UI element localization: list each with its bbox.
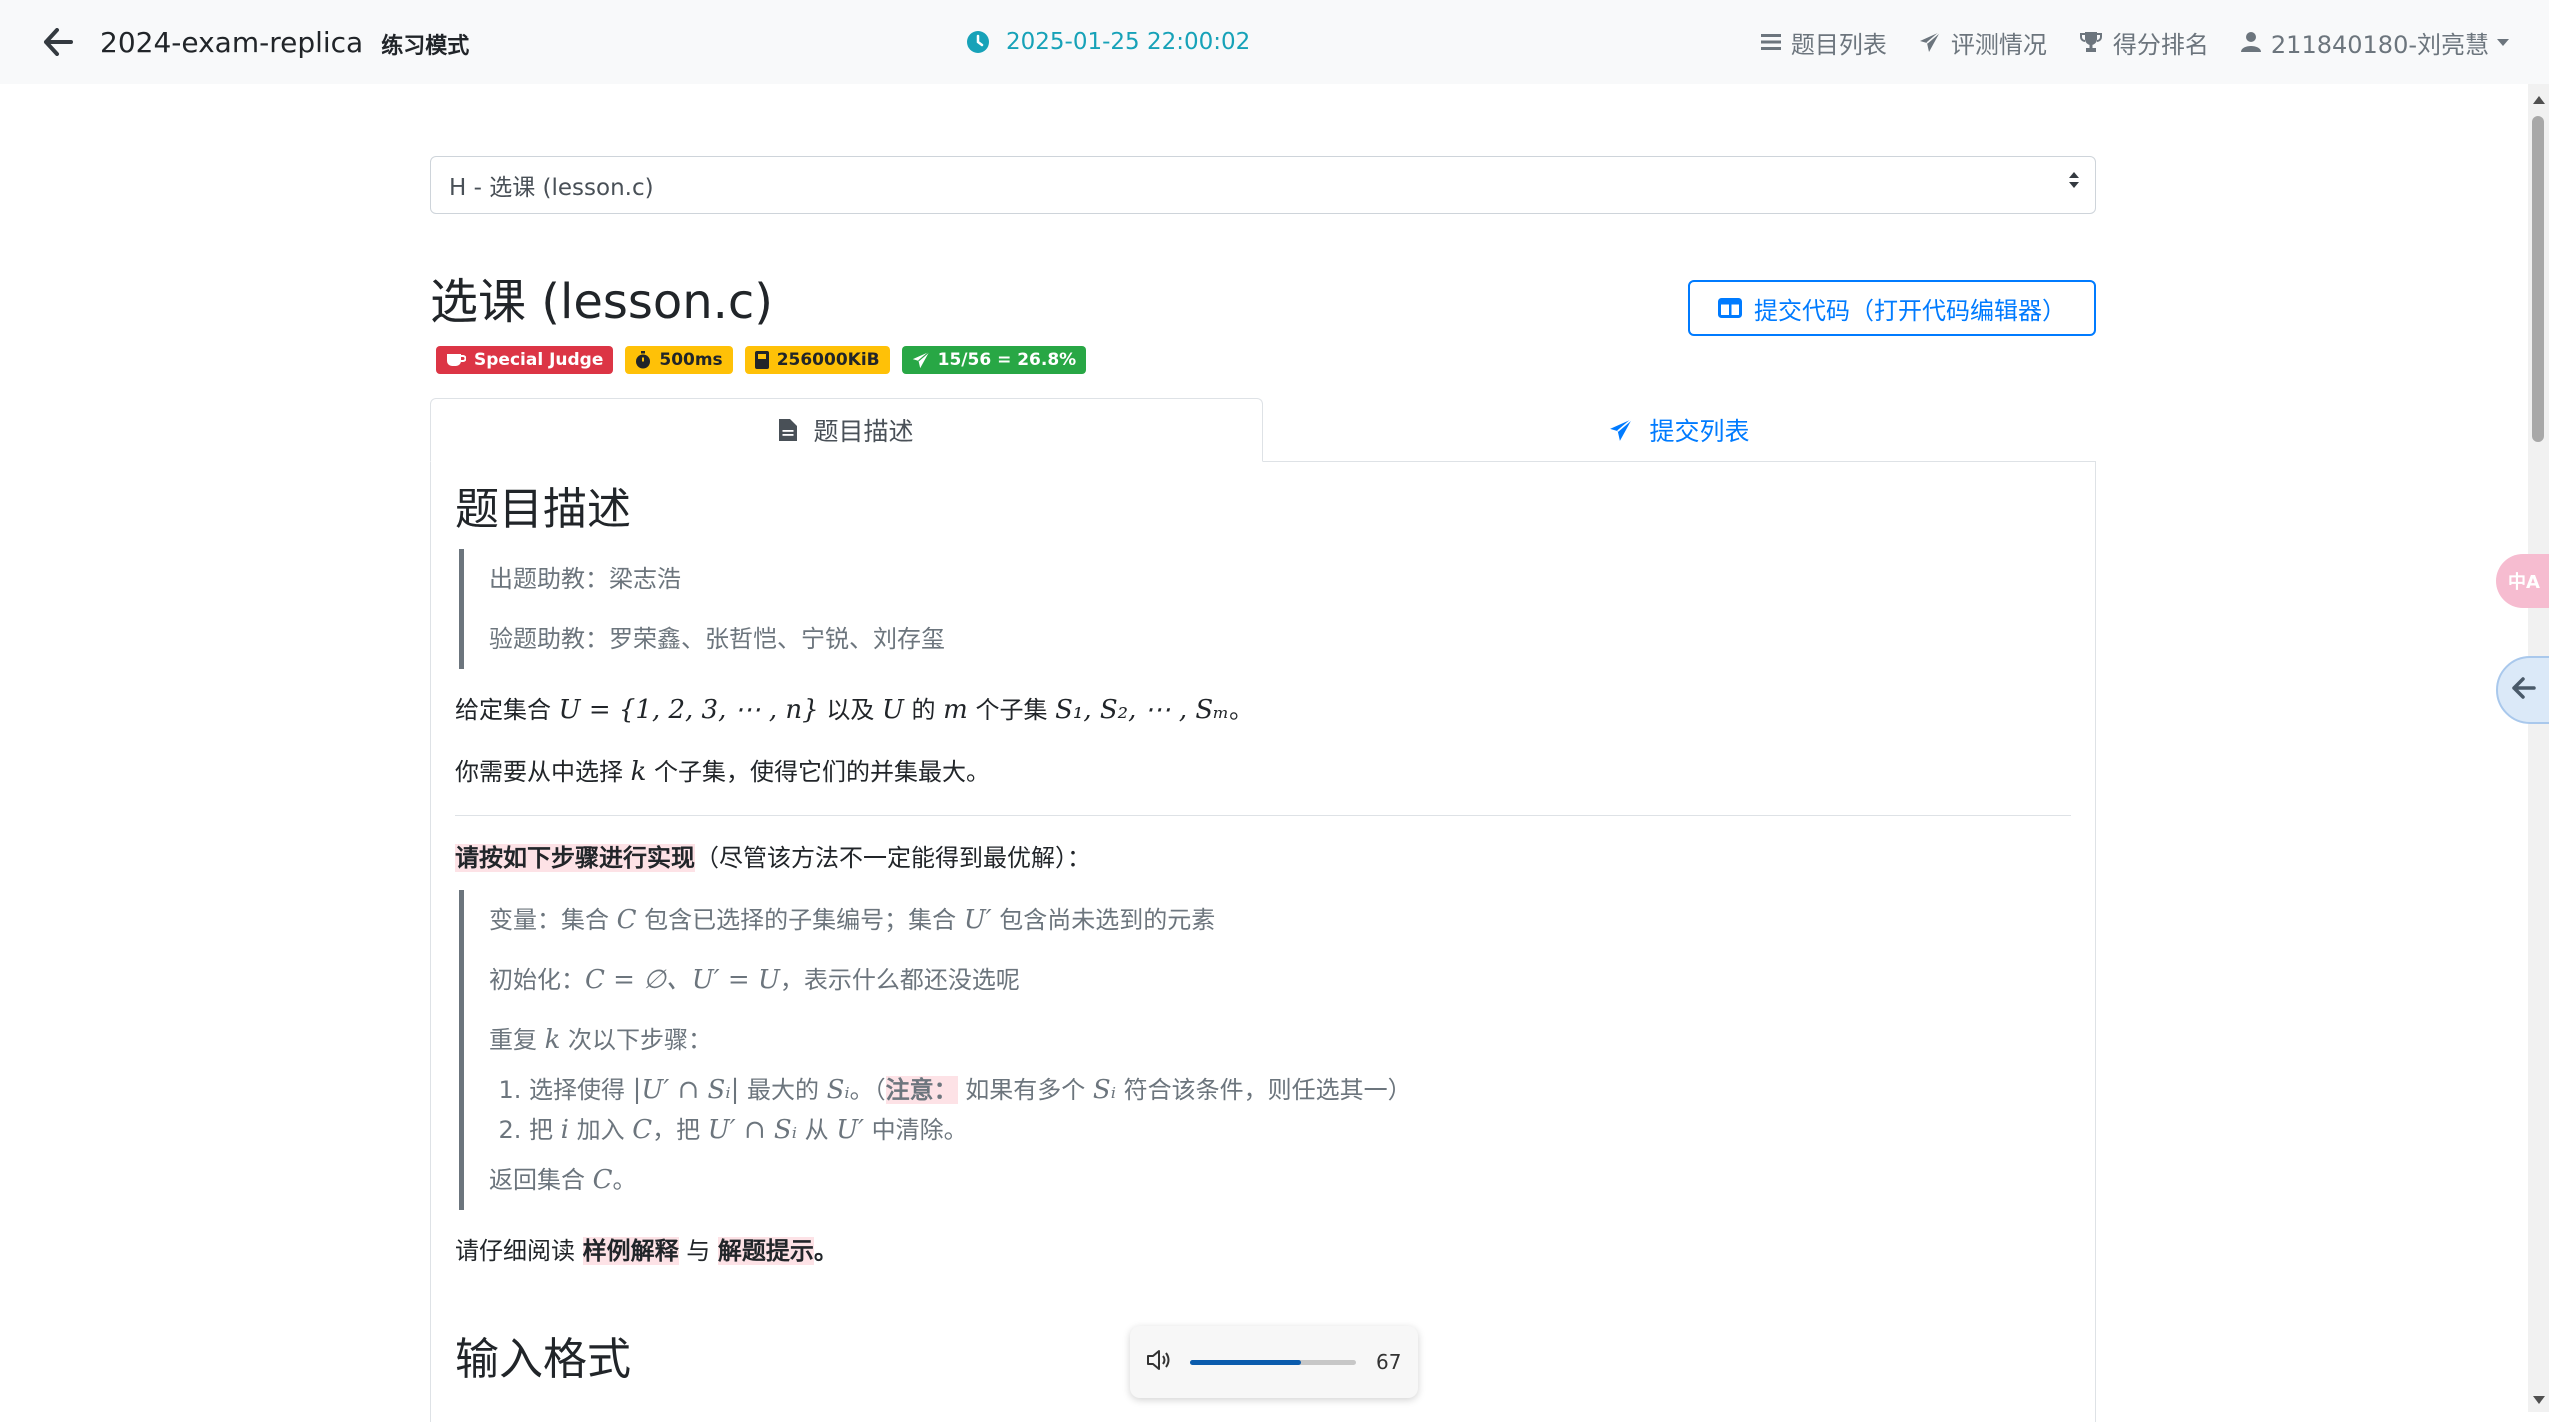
memory-icon — [754, 351, 769, 369]
accept-ratio-text: 15/56 = 26.8% — [937, 350, 1077, 370]
sample-explanation-link[interactable]: 样例解释 — [582, 1236, 679, 1265]
stopwatch-icon — [635, 351, 651, 369]
time-limit-badge: 500ms — [625, 346, 733, 374]
file-icon — [779, 419, 798, 441]
volume-slider[interactable] — [1190, 1359, 1356, 1365]
accept-ratio-badge: 15/56 = 26.8% — [901, 346, 1087, 374]
tab-description-label: 题目描述 — [813, 417, 914, 446]
top-navbar: 2024-exam-replica 练习模式 2025-01-25 22:00:… — [0, 0, 2549, 84]
volume-slider-fill — [1190, 1359, 1302, 1365]
nav-problems-label: 题目列表 — [1790, 30, 1887, 59]
contest-clock: 2025-01-25 22:00:02 — [966, 0, 1250, 84]
nav-status-link[interactable]: 评测情况 — [1919, 25, 2047, 60]
main-container: H - 选课 (lesson.c) 选课 (lesson.c) 提交代码（打开代… — [430, 156, 2096, 1422]
trophy-icon — [2079, 31, 2103, 53]
description-heading: 题目描述 — [455, 484, 631, 535]
navbar-left: 2024-exam-replica 练习模式 — [40, 0, 469, 84]
user-name: 211840180-刘亮慧 — [2270, 30, 2489, 59]
side-panel-toggle[interactable] — [2496, 656, 2549, 724]
back-arrow-icon[interactable] — [40, 24, 76, 60]
nav-status-label: 评测情况 — [1950, 30, 2047, 59]
submit-code-label: 提交代码（打开代码编辑器） — [1754, 296, 2066, 325]
arrow-left-icon — [2512, 677, 2536, 703]
tab-submissions[interactable]: 提交列表 — [1263, 398, 2096, 462]
algo-return: 返回集合 C。 — [489, 1164, 637, 1195]
current-time: 2025-01-25 22:00:02 — [1006, 29, 1251, 55]
user-menu-dropdown[interactable]: 211840180-刘亮慧 — [2240, 25, 2509, 60]
nav-problems-link[interactable]: 题目列表 — [1760, 25, 1887, 60]
algo-step-2: 把 i 加入 C，把 U′ ∩ Sᵢ 从 U′ 中清除。 — [529, 1110, 2071, 1150]
algo-repeat: 重复 k 次以下步骤： — [489, 1024, 713, 1055]
list-icon — [1760, 33, 1781, 51]
algo-step-1: 选择使得 |U′ ∩ Sᵢ| 最大的 Sᵢ。（注意： 如果有多个 Sᵢ 符合该条… — [529, 1070, 2071, 1110]
instruction-paragraph: 请按如下步骤进行实现（尽管该方法不一定能得到最优解）： — [455, 843, 1091, 872]
coffee-icon — [446, 352, 466, 368]
translate-widget[interactable]: 中A — [2496, 554, 2549, 608]
special-judge-text: Special Judge — [474, 350, 604, 370]
paper-plane-icon — [912, 351, 930, 369]
solution-hint-link[interactable]: 解题提示 — [717, 1236, 814, 1265]
select-arrows-icon — [2069, 172, 2079, 188]
vertical-scrollbar[interactable] — [2528, 84, 2549, 1412]
statement-paragraph-1: 给定集合 U = {1, 2, 3, ⋯ , n} 以及 U 的 m 个子集 S… — [455, 694, 1254, 725]
user-icon — [2240, 31, 2261, 53]
statement-paragraph-2: 你需要从中选择 k 个子集，使得它们的并集最大。 — [455, 756, 991, 787]
contest-title[interactable]: 2024-exam-replica — [100, 26, 363, 59]
clock-icon — [966, 30, 990, 54]
translate-icon: 中A — [2508, 572, 2540, 593]
algo-steps: 选择使得 |U′ ∩ Sᵢ| 最大的 Sᵢ。（注意： 如果有多个 Sᵢ 符合该条… — [489, 1070, 2071, 1150]
memory-limit-badge: 256000KiB — [744, 346, 890, 374]
tab-description[interactable]: 题目描述 — [430, 398, 1263, 462]
problem-badges: Special Judge 500ms 256000KiB 15/56 = 26… — [436, 346, 1098, 374]
scroll-down-arrow-icon[interactable] — [2533, 1396, 2545, 1404]
time-limit-text: 500ms — [659, 350, 723, 370]
problem-title: 选课 (lesson.c) — [430, 274, 774, 330]
read-hint-paragraph: 请仔细阅读 样例解释 与 解题提示。 — [455, 1236, 838, 1265]
algo-init: 初始化：C = ∅、U′ = U，表示什么都还没选呢 — [489, 964, 1020, 995]
paper-plane-icon — [1919, 31, 1941, 53]
nav-ranking-link[interactable]: 得分排名 — [2079, 25, 2209, 60]
mode-label: 练习模式 — [381, 34, 470, 59]
testers-text: 验题助教：罗荣鑫、张哲恺、宁锐、刘存玺 — [489, 624, 945, 653]
volume-value: 67 — [1376, 1350, 1402, 1374]
tab-submissions-label: 提交列表 — [1649, 417, 1750, 446]
problem-select-value: H - 选课 (lesson.c) — [449, 175, 654, 201]
algorithm-quote: 变量：集合 C 包含已选择的子集编号；集合 U′ 包含尚未选到的元素 初始化：C… — [459, 889, 2071, 1210]
divider — [455, 814, 2071, 816]
special-judge-badge: Special Judge — [436, 346, 614, 374]
columns-icon — [1718, 298, 1742, 318]
setter-text: 出题助教：梁志浩 — [489, 564, 681, 593]
submit-code-button[interactable]: 提交代码（打开代码编辑器） — [1688, 280, 2096, 336]
chevron-down-icon — [2497, 38, 2509, 46]
problem-header: 选课 (lesson.c) 提交代码（打开代码编辑器） Special Judg… — [430, 278, 2096, 388]
speaker-icon — [1146, 1349, 1172, 1375]
paper-plane-icon — [1609, 418, 1633, 442]
scroll-up-arrow-icon[interactable] — [2533, 96, 2545, 104]
credits-quote: 出题助教：梁志浩 验题助教：罗荣鑫、张哲恺、宁锐、刘存玺 — [459, 548, 2071, 669]
volume-overlay: 67 — [1130, 1326, 1418, 1398]
problem-tabs: 题目描述 提交列表 — [430, 398, 2096, 462]
memory-limit-text: 256000KiB — [776, 350, 880, 370]
problem-content: 题目描述 出题助教：梁志浩 验题助教：罗荣鑫、张哲恺、宁锐、刘存玺 给定集合 U… — [430, 462, 2096, 1422]
scrollbar-thumb[interactable] — [2532, 116, 2544, 442]
algo-vars: 变量：集合 C 包含已选择的子集编号；集合 U′ 包含尚未选到的元素 — [489, 904, 1216, 935]
problem-select[interactable]: H - 选课 (lesson.c) — [430, 156, 2096, 214]
navbar-right: 题目列表 评测情况 得分排名 211840180-刘亮慧 — [1729, 0, 2509, 84]
nav-ranking-label: 得分排名 — [2112, 30, 2209, 59]
